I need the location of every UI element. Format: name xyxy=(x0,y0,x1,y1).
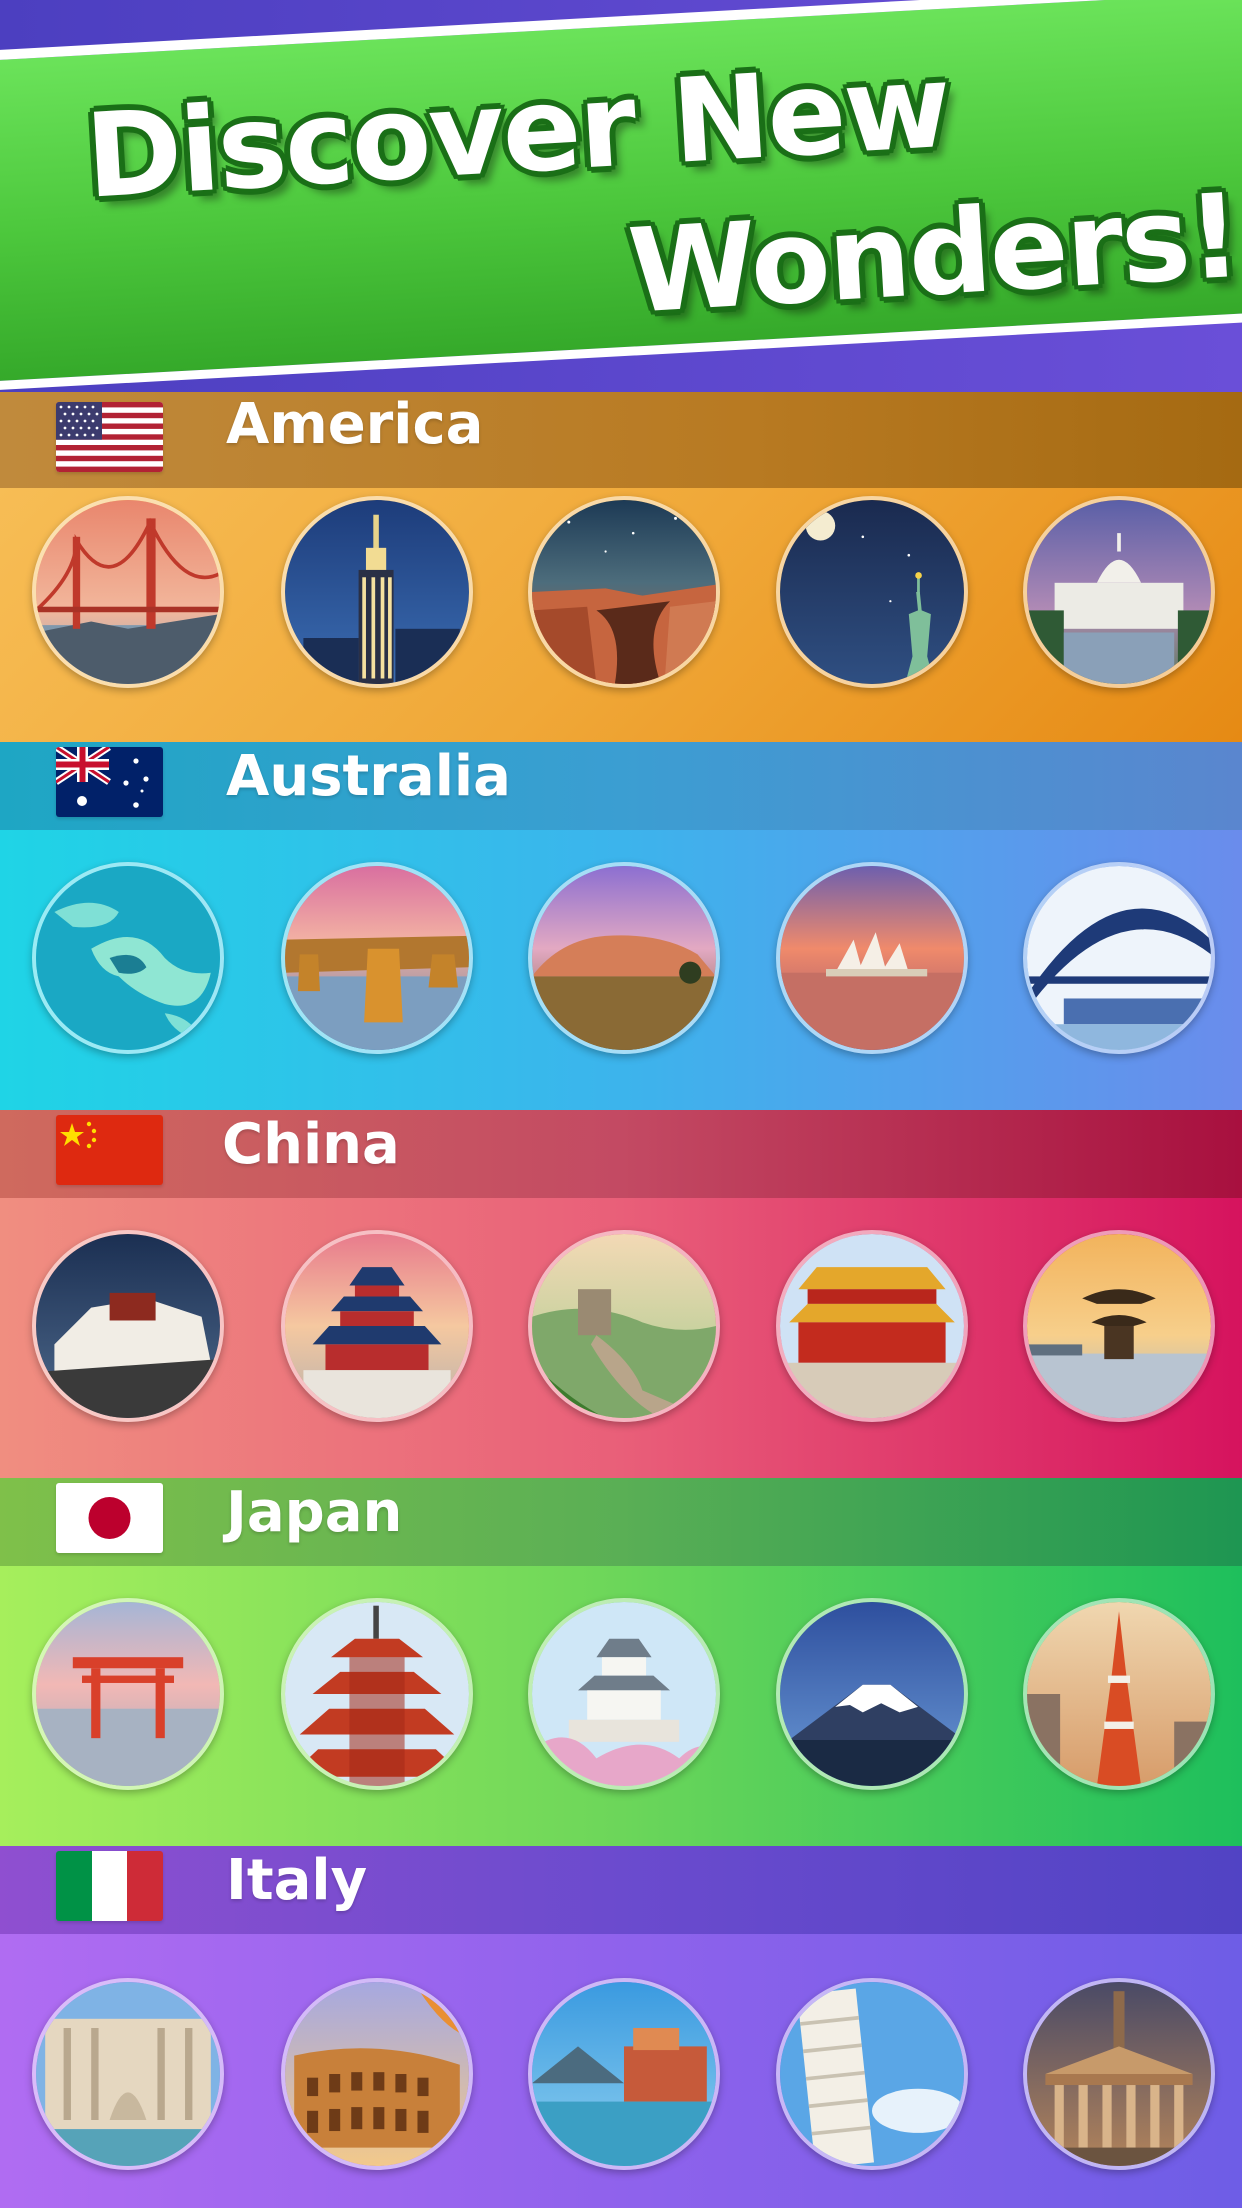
wonder-pantheon[interactable] xyxy=(1023,1978,1215,2170)
wonder-potala-palace[interactable] xyxy=(32,1230,224,1422)
section-header xyxy=(0,742,1242,830)
section-header xyxy=(0,1478,1242,1566)
wonder-tokyo-tower[interactable] xyxy=(1023,1598,1215,1790)
section-australia: Australia xyxy=(0,742,1242,1110)
section-header xyxy=(0,1110,1242,1198)
wonder-lake-village[interactable] xyxy=(528,1978,720,2170)
wonder-itsukushima-torii[interactable] xyxy=(32,1598,224,1790)
country-name-america: America xyxy=(226,392,484,457)
section-america: America xyxy=(0,392,1242,742)
wonder-great-barrier-reef[interactable] xyxy=(32,862,224,1054)
wonder-grand-canyon[interactable] xyxy=(528,496,720,688)
italy-flag-icon xyxy=(56,1851,163,1921)
japan-flag-icon xyxy=(56,1483,163,1553)
wonder-us-capitol[interactable] xyxy=(1023,496,1215,688)
australia-flag-icon xyxy=(56,747,163,817)
wonder-temple-of-heaven[interactable] xyxy=(281,1230,473,1422)
country-name-china: China xyxy=(222,1112,400,1177)
wonder-statue-of-liberty[interactable] xyxy=(776,496,968,688)
wonder-twelve-apostles[interactable] xyxy=(281,862,473,1054)
china-flag-icon xyxy=(56,1115,163,1185)
wonder-colosseum[interactable] xyxy=(281,1978,473,2170)
wonder-lake-pavilion[interactable] xyxy=(1023,1230,1215,1422)
section-header xyxy=(0,392,1242,488)
wonder-himeji-castle[interactable] xyxy=(528,1598,720,1790)
wonder-great-wall[interactable] xyxy=(528,1230,720,1422)
wonder-golden-gate-bridge[interactable] xyxy=(32,496,224,688)
us-flag-icon xyxy=(56,402,163,472)
section-header xyxy=(0,1846,1242,1934)
section-japan: Japan xyxy=(0,1478,1242,1846)
country-name-japan: Japan xyxy=(226,1480,403,1545)
country-name-australia: Australia xyxy=(226,744,511,809)
wonder-sydney-opera-house[interactable] xyxy=(776,862,968,1054)
section-china: China xyxy=(0,1110,1242,1478)
section-italy: Italy xyxy=(0,1846,1242,2208)
wonder-empire-state-building[interactable] xyxy=(281,496,473,688)
country-name-italy: Italy xyxy=(226,1848,368,1913)
wonder-mount-fuji[interactable] xyxy=(776,1598,968,1790)
wonder-trevi-fountain[interactable] xyxy=(32,1978,224,2170)
wonder-uluru[interactable] xyxy=(528,862,720,1054)
wonder-leaning-tower-of-pisa[interactable] xyxy=(776,1978,968,2170)
wonder-forbidden-city[interactable] xyxy=(776,1230,968,1422)
wonder-red-pagoda[interactable] xyxy=(281,1598,473,1790)
wonder-sydney-harbour-bridge[interactable] xyxy=(1023,862,1215,1054)
